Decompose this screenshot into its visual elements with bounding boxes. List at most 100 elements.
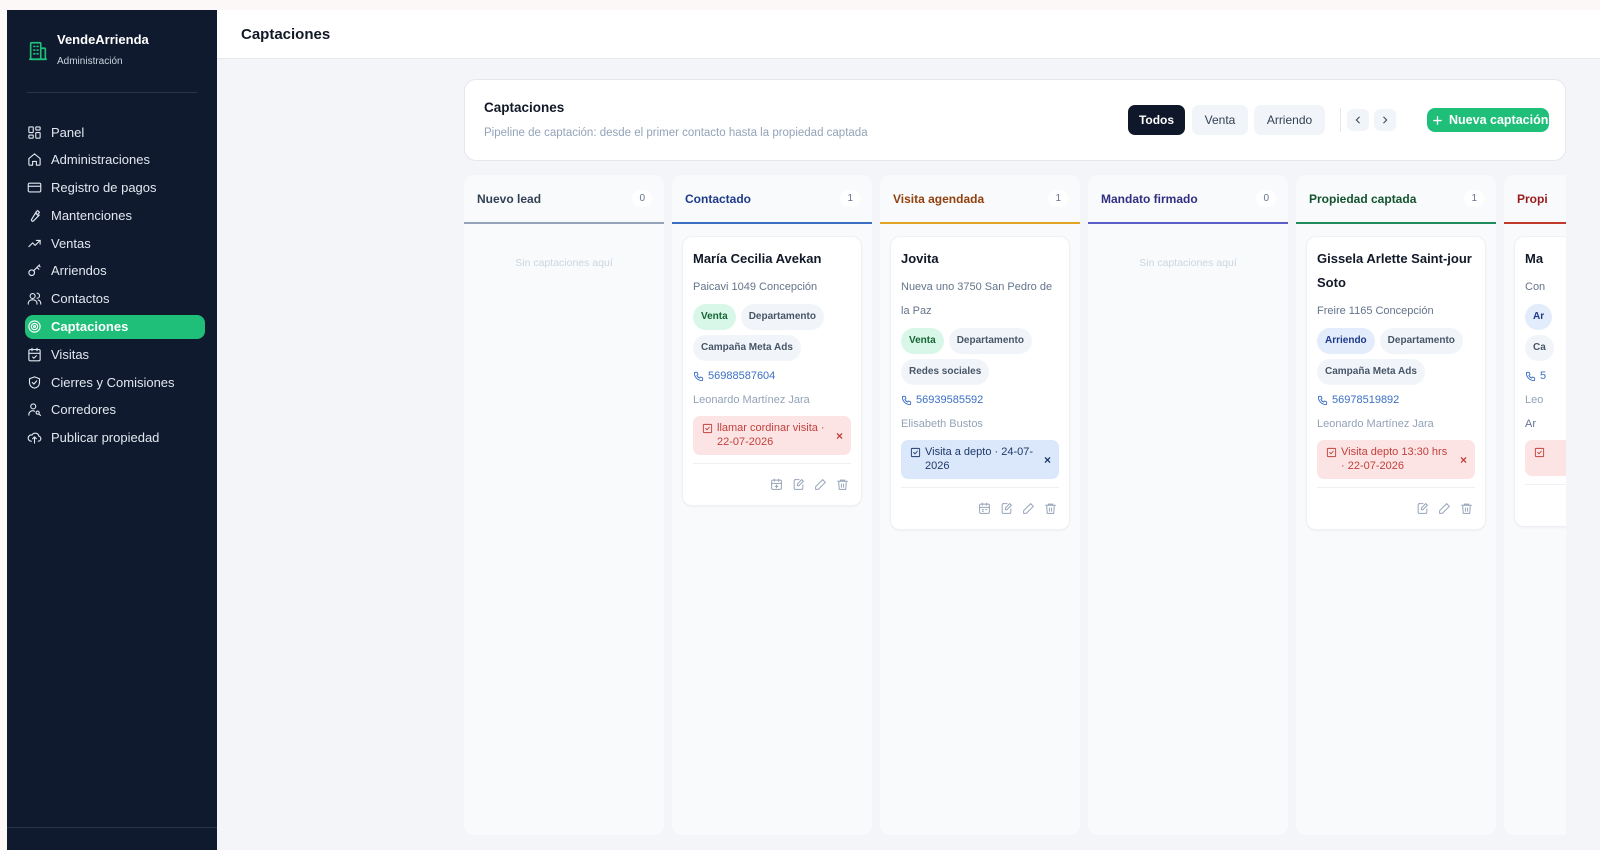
section-title: Captaciones <box>484 100 565 115</box>
card-phone-link[interactable]: 56978519892 <box>1317 394 1475 406</box>
sidebar-item-registro-de-pagos[interactable]: Registro de pagos <box>25 176 205 200</box>
column-propiedad-captada: Propiedad captada 1 Gissela Arlette Sain… <box>1296 175 1496 835</box>
scroll-right-button[interactable] <box>1374 109 1396 131</box>
card-actions <box>1317 487 1475 515</box>
sidebar-item-administraciones[interactable]: Administraciones <box>25 148 205 172</box>
card-task[interactable]: Visita depto 13:30 hrs · 22-07-2026 × <box>1317 440 1475 479</box>
card-tags: Ar <box>1525 304 1566 330</box>
card-task[interactable]: llamar cordinar visita · 22-07-2026 × <box>693 416 851 455</box>
sidebar-item-captaciones[interactable]: Captaciones <box>25 314 205 339</box>
phone-icon <box>693 371 704 381</box>
trending-up-icon <box>28 239 41 247</box>
sidebar-item-visitas[interactable]: Visitas <box>25 342 205 366</box>
sidebar-item-label: Ventas <box>51 235 91 251</box>
card-actions <box>693 463 851 491</box>
card-task[interactable]: Visita a depto · 24-07-2026 × <box>901 440 1059 479</box>
sidebar-item-label: Arriendos <box>51 263 107 279</box>
sidebar-item-corredores[interactable]: Corredores <box>25 398 205 422</box>
page-title: Captaciones <box>241 26 331 43</box>
phone-icon <box>1525 371 1536 381</box>
sidebar-item-cierres-y-comisiones[interactable]: Cierres y Comisiones <box>25 370 205 394</box>
card-phone-link[interactable]: 56988587604 <box>693 370 851 382</box>
sidebar-item-ventas[interactable]: Ventas <box>25 231 205 255</box>
pencil-icon[interactable] <box>1438 502 1451 515</box>
checkbox-icon <box>1326 447 1337 458</box>
new-captacion-button[interactable]: Nueva captación <box>1427 108 1549 132</box>
column-nuevo-lead: Nuevo lead 0 Sin captaciones aquí <box>464 175 664 835</box>
filter-venta-button[interactable]: Venta <box>1192 105 1248 135</box>
card-agent: Elisabeth Bustos <box>901 418 983 430</box>
file-edit-icon[interactable] <box>792 478 805 491</box>
captacion-card[interactable]: María Cecilia Avekan Paicavi 1049 Concep… <box>682 236 862 506</box>
sidebar-item-arriendos[interactable]: Arriendos <box>25 259 205 283</box>
sidebar-item-label: Corredores <box>51 402 117 418</box>
sidebar-item-label: Contactos <box>51 291 110 307</box>
column-header: Propi <box>1504 175 1566 224</box>
close-icon[interactable]: × <box>1044 453 1051 467</box>
sidebar-item-label: Panel <box>51 124 85 140</box>
card-tags: Venta Departamento Campaña Meta Ads <box>693 304 851 361</box>
phone-number: 5 <box>1540 370 1547 382</box>
plus-icon <box>1433 115 1442 125</box>
tag-operation: Venta <box>901 328 944 354</box>
column-contactado: Contactado 1 María Cecilia Avekan Paicav… <box>672 175 872 835</box>
sidebar-item-label: Mantenciones <box>51 207 132 223</box>
card-agent: Leonardo Martínez Jara <box>693 394 810 406</box>
file-edit-icon[interactable] <box>1000 502 1013 515</box>
file-edit-icon[interactable] <box>1416 502 1429 515</box>
phone-icon <box>901 395 912 405</box>
captacion-card[interactable]: Gissela Arlette Saint-jour Soto Freire 1… <box>1306 236 1486 530</box>
trash-icon[interactable] <box>1460 502 1473 515</box>
sidebar-item-mantenciones[interactable]: Mantenciones <box>25 203 205 227</box>
sidebar-item-label: Captaciones <box>51 319 129 335</box>
card-agent: Leo <box>1525 394 1544 406</box>
captacion-card[interactable]: Jovita Nueva uno 3750 San Pedro de la Pa… <box>890 236 1070 530</box>
scroll-left-button[interactable] <box>1347 109 1369 131</box>
column-title: Propi <box>1517 191 1548 206</box>
column-title: Mandato firmado <box>1101 191 1198 206</box>
card-agent: Leonardo Martínez Jara <box>1317 418 1434 430</box>
captaciones-header-card: Captaciones Pipeline de captación: desde… <box>464 79 1566 161</box>
filter-arriendo-button[interactable]: Arriendo <box>1254 105 1325 135</box>
pencil-icon[interactable] <box>1022 502 1035 515</box>
brand[interactable]: VendeArrienda Administración <box>27 32 149 67</box>
tag-property-type: Departamento <box>740 304 824 330</box>
card-address: Con <box>1525 281 1546 293</box>
sidebar-item-panel[interactable]: Panel <box>25 120 205 144</box>
new-captacion-label: Nueva captación <box>1449 113 1549 127</box>
tag-property-type: Departamento <box>948 328 1032 354</box>
checkbox-icon <box>702 423 713 434</box>
key-icon <box>28 264 41 277</box>
card-task[interactable] <box>1525 440 1566 476</box>
trash-icon[interactable] <box>1044 502 1057 515</box>
close-icon[interactable]: × <box>1460 453 1467 467</box>
card-phone-link[interactable]: 5 <box>1525 370 1566 382</box>
sidebar-item-contactos[interactable]: Contactos <box>25 287 205 311</box>
user-key-icon <box>28 403 41 417</box>
card-tags: Venta Departamento Redes sociales <box>901 328 1059 385</box>
tag-source: Campaña Meta Ads <box>693 335 801 361</box>
column-count-badge: 1 <box>1464 190 1484 207</box>
close-icon[interactable]: × <box>836 429 843 443</box>
credit-card-icon <box>27 182 42 193</box>
phone-number: 56939585592 <box>916 394 984 406</box>
sidebar-divider <box>27 92 197 93</box>
calendar-icon[interactable] <box>978 502 991 515</box>
filter-todos-button[interactable]: Todos <box>1128 105 1185 135</box>
pencil-icon[interactable] <box>814 478 827 491</box>
calendar-plus-icon[interactable] <box>770 478 783 491</box>
card-actions <box>901 487 1059 515</box>
sidebar: VendeArrienda Administración Panel Admin… <box>7 10 217 850</box>
card-name: Jovita <box>901 251 939 266</box>
checkbox-icon <box>1534 447 1545 458</box>
column-count-badge: 1 <box>840 190 860 207</box>
column-header: Contactado 1 <box>672 175 872 224</box>
card-phone-link[interactable]: 56939585592 <box>901 394 1059 406</box>
trash-icon[interactable] <box>836 478 849 491</box>
sidebar-item-publicar-propiedad[interactable]: Publicar propiedad <box>25 426 205 450</box>
empty-state: Sin captaciones aquí <box>1139 257 1237 269</box>
card-name: María Cecilia Avekan <box>693 251 822 266</box>
captacion-card[interactable]: Ma Con Ar Ca 5 Leo Ar <box>1514 236 1566 527</box>
task-text: Visita depto 13:30 hrs · 22-07-2026 <box>1341 446 1448 472</box>
column-title: Visita agendada <box>893 191 985 206</box>
